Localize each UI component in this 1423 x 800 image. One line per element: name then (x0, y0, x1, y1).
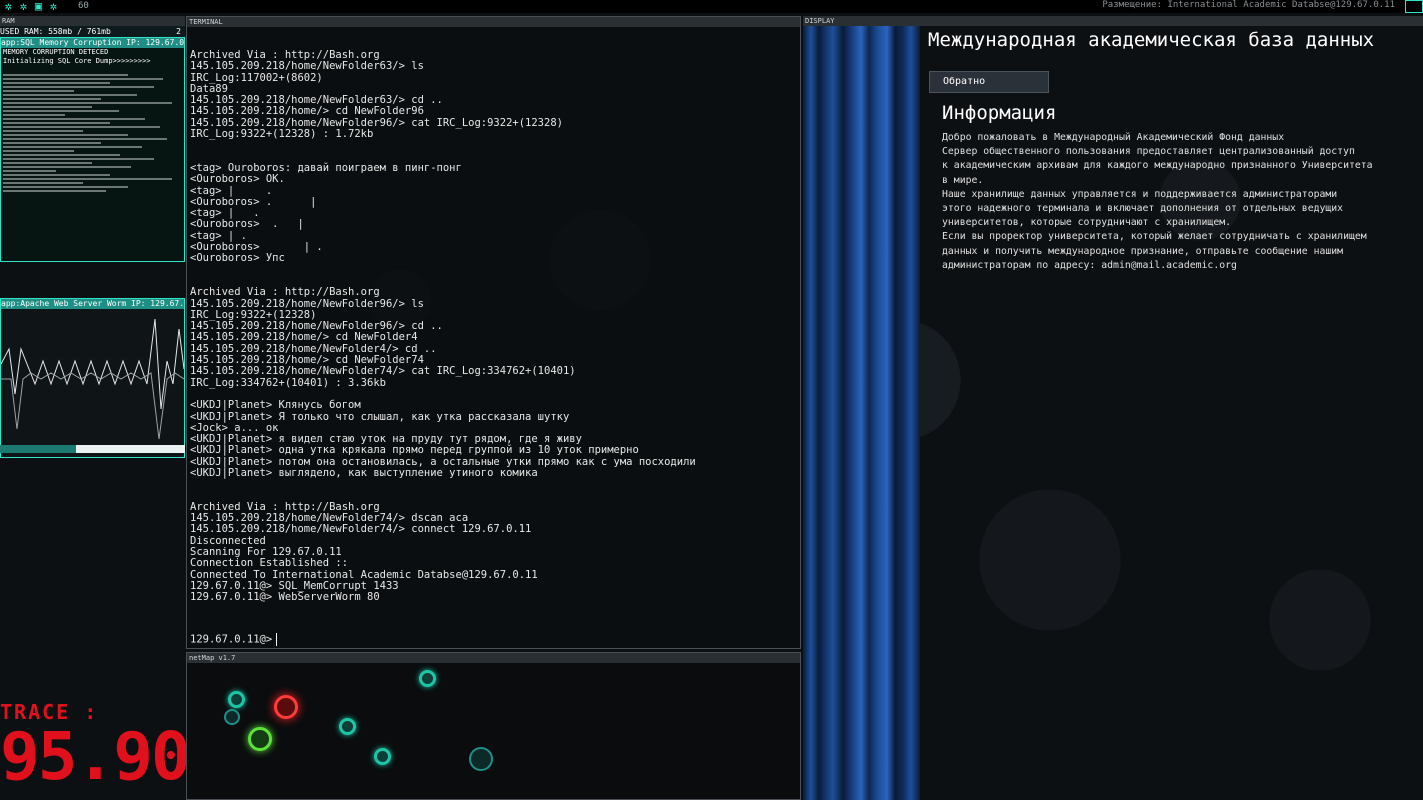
worm-waveform (1, 318, 184, 440)
top-bar: ✲ ✲ ▣ ✲ 60 Размещение: International Aca… (0, 0, 1423, 13)
core-dump-output (3, 72, 181, 258)
terminal-line: 129.67.0.11@> WebServerWorm 80 (190, 591, 380, 604)
terminal-line: IRC_Log:9322+(12328) : 1.72kb (190, 128, 374, 141)
info-line: Наше хранилище данных управляется и подд… (942, 188, 1338, 200)
network-node[interactable] (224, 709, 240, 725)
netmap-header: netMap v1.7 (187, 653, 800, 663)
process-count: 2 (176, 27, 181, 36)
fps-counter: 60 (78, 1, 89, 11)
network-node[interactable] (339, 718, 356, 735)
info-line: данных и получить международное признани… (942, 245, 1344, 257)
process-web-server-worm[interactable]: app:Apache Web Server Worm IP: 129.67.0.… (0, 298, 185, 458)
gear-icon[interactable]: ✲ (47, 0, 60, 13)
terminal-line: <UKDJ|Planet> Я только что слышал, как у… (190, 410, 570, 423)
terminal-panel[interactable]: TERMINAL Archived Via : http://Bash.org 1… (186, 16, 801, 649)
display-decor-stripes (803, 26, 920, 800)
netmap-panel: netMap v1.7 (186, 652, 801, 800)
info-line: Добро пожаловать в Международный Академи… (942, 132, 1285, 143)
terminal-line: IRC_Log:117002+(8602) (190, 71, 323, 84)
terminal-line: 145.105.209.218/home/NewFolder74/> conne… (190, 523, 532, 536)
terminal-line: <Ouroboros> OK. (190, 173, 285, 186)
page-title: Международная академическая база данных (928, 29, 1375, 51)
process-status-line: Initializing SQL Core Dump>>>>>>>>> (3, 57, 151, 65)
terminal-line: <UKDJ|Planet> выглядело, как выступление… (190, 466, 538, 479)
gear-icon[interactable]: ✲ (2, 0, 15, 13)
terminal-line: 145.105.209.218/home/NewFolder63/> ls (190, 60, 424, 73)
ram-usage-text: USED RAM: 558mb / 761mb (0, 27, 111, 36)
process-title: app:Apache Web Server Worm IP: 129.67.0.… (1, 299, 184, 309)
gear-icon[interactable]: ✲ (17, 0, 30, 13)
info-line: администраторам по адресу: admin@mail.ac… (942, 259, 1237, 271)
terminal-line: <Ouroboros> . | (190, 195, 317, 208)
info-line: к академическим архивам для каждого межд… (942, 160, 1373, 172)
terminal-prompt[interactable]: 129.67.0.11@> (190, 633, 278, 646)
info-line: Сервер общественного пользования предост… (942, 146, 1355, 158)
info-line: в мире. (942, 174, 984, 186)
terminal-line: Connection Established :: (190, 557, 349, 570)
network-node[interactable] (374, 748, 391, 765)
home-node[interactable] (248, 727, 272, 751)
prompt-text: 129.67.0.11@> (190, 633, 273, 646)
network-node[interactable] (228, 691, 245, 708)
terminal-line: <UKDJ|Planet> одна утка крякала прямо пе… (190, 444, 639, 457)
terminal-line: <UKDJ|Planet> Клянусь богом (190, 399, 361, 412)
info-line: этого надежного терминала и включает доп… (942, 203, 1344, 215)
terminal-line: 145.105.209.218/home/NewFolder74/> cat I… (190, 365, 576, 378)
location-label: Размещение: International Academic Datab… (1102, 0, 1395, 10)
info-heading: Информация (942, 102, 1057, 124)
info-line: университетов, которые сотрудничают с хр… (942, 217, 1232, 229)
save-icon[interactable]: ▣ (32, 0, 45, 13)
process-title: app:SQL Memory Corruption IP: 129.67.0.1… (1, 38, 184, 48)
top-icons: ✲ ✲ ▣ ✲ (2, 0, 60, 13)
process-status-line: MEMORY CORRUPTION DETECED (3, 48, 109, 56)
ram-header: RAM (0, 16, 185, 26)
worm-progress-fill (75, 445, 185, 453)
exit-button[interactable] (1405, 0, 1423, 13)
display-header: DISPLAY (803, 16, 1423, 26)
terminal-output: Archived Via : http://Bash.org 145.105.20… (190, 49, 795, 604)
terminal-line: Archived Via : http://Bash.org (190, 286, 380, 299)
network-node[interactable] (419, 670, 436, 687)
process-sql-memory-corruption[interactable]: app:SQL Memory Corruption IP: 129.67.0.1… (0, 37, 185, 262)
target-node[interactable] (274, 695, 298, 719)
terminal-line: IRC_Log:334762+(10401) : 3.36kb (190, 376, 386, 389)
trace-value: 95.90 (0, 718, 191, 795)
terminal-line: <Ouroboros> Упс (190, 252, 285, 265)
info-text: Добро пожаловать в Международный Академи… (942, 131, 1412, 273)
terminal-header: TERMINAL (187, 17, 800, 27)
ram-usage: USED RAM: 558mb / 761mb 2 (0, 26, 185, 37)
network-node[interactable] (469, 747, 493, 771)
text-cursor (276, 633, 278, 646)
info-line: Если вы проректор университета, который … (942, 231, 1367, 243)
back-button[interactable]: Обратно (929, 71, 1049, 93)
terminal-line: <Ouroboros> . | (190, 218, 304, 231)
